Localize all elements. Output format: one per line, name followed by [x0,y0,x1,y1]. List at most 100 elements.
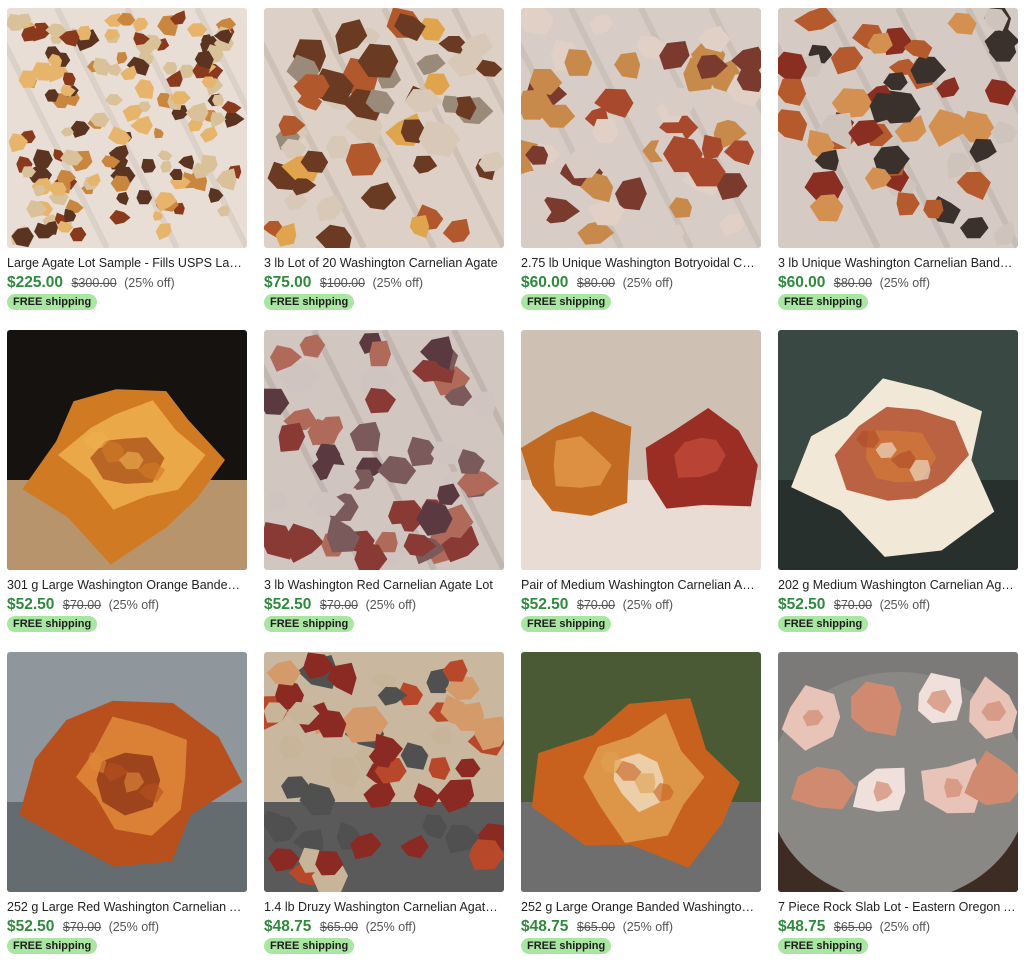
price-row: $52.50 $70.00 (25% off) [7,918,247,936]
listing-photo [778,330,1018,570]
listing-title[interactable]: 3 lb Lot of 20 Washington Carnelian Agat… [264,256,502,271]
original-price: $70.00 [62,598,102,612]
listing-card[interactable]: 3 lb Washington Red Carnelian Agate Lot … [264,330,504,646]
listing-title[interactable]: 7 Piece Rock Slab Lot - Eastern Oregon A… [778,900,1016,915]
listing-image[interactable] [264,652,504,892]
price-row: $52.50 $70.00 (25% off) [7,596,247,614]
listing-card[interactable]: 301 g Large Washington Orange Banded Car… [7,330,247,646]
listing-photo [264,652,504,892]
free-shipping-badge: FREE shipping [778,938,869,954]
listing-photo [778,8,1018,248]
free-shipping-badge: FREE shipping [7,294,98,310]
listing-photo [7,652,247,892]
listing-image[interactable] [7,8,247,248]
listing-card[interactable]: 252 g Large Orange Banded Washington Car… [521,652,761,968]
original-price: $100.00 [319,276,366,290]
price-row: $225.00 $300.00 (25% off) [7,274,247,292]
sale-price: $60.00 [521,274,569,291]
discount-label: (25% off) [108,598,160,612]
listing-photo [521,652,761,892]
discount-label: (25% off) [365,598,417,612]
listing-image[interactable] [264,330,504,570]
listing-card[interactable]: 252 g Large Red Washington Carnelian Aga… [7,652,247,968]
sale-price: $52.50 [521,596,569,613]
listing-title[interactable]: 3 lb Washington Red Carnelian Agate Lot [264,578,502,593]
price-row: $60.00 $80.00 (25% off) [778,274,1018,292]
price-row: $48.75 $65.00 (25% off) [778,918,1018,936]
discount-label: (25% off) [365,920,417,934]
discount-label: (25% off) [622,598,674,612]
listing-title[interactable]: Large Agate Lot Sample - Fills USPS Larg… [7,256,245,271]
listing-photo [521,330,761,570]
listing-card[interactable]: 1.4 lb Druzy Washington Carnelian Agate … [264,652,504,968]
original-price: $65.00 [833,920,873,934]
listing-title[interactable]: Pair of Medium Washington Carnelian Agat… [521,578,759,593]
original-price: $80.00 [833,276,873,290]
original-price: $80.00 [576,276,616,290]
listing-card[interactable]: Large Agate Lot Sample - Fills USPS Larg… [7,8,247,324]
listing-card[interactable]: 3 lb Unique Washington Carnelian Banded … [778,8,1018,324]
listing-card[interactable]: 3 lb Lot of 20 Washington Carnelian Agat… [264,8,504,324]
sale-price: $48.75 [521,918,569,935]
listing-title[interactable]: 252 g Large Red Washington Carnelian Aga… [7,900,245,915]
listing-image[interactable] [521,652,761,892]
free-shipping-badge: FREE shipping [7,616,98,632]
free-shipping-badge: FREE shipping [521,294,612,310]
price-row: $52.50 $70.00 (25% off) [264,596,504,614]
free-shipping-badge: FREE shipping [264,294,355,310]
price-row: $60.00 $80.00 (25% off) [521,274,761,292]
discount-label: (25% off) [622,920,674,934]
price-row: $52.50 $70.00 (25% off) [778,596,1018,614]
sale-price: $75.00 [264,274,312,291]
listing-card[interactable]: 202 g Medium Washington Carnelian Agate … [778,330,1018,646]
listing-photo [7,330,247,570]
listing-image[interactable] [7,652,247,892]
listing-photo [264,330,504,570]
free-shipping-badge: FREE shipping [521,938,612,954]
sale-price: $225.00 [7,274,64,291]
discount-label: (25% off) [108,920,160,934]
original-price: $65.00 [319,920,359,934]
listing-title[interactable]: 2.75 lb Unique Washington Botryoidal Car… [521,256,759,271]
discount-label: (25% off) [879,276,931,290]
listing-card[interactable]: 2.75 lb Unique Washington Botryoidal Car… [521,8,761,324]
discount-label: (25% off) [124,276,175,290]
listing-image[interactable] [778,8,1018,248]
listing-image[interactable] [7,330,247,570]
free-shipping-badge: FREE shipping [7,938,98,954]
sale-price: $52.50 [264,596,312,613]
listing-photo [778,652,1018,892]
original-price: $70.00 [833,598,873,612]
listing-photo [521,8,761,248]
listing-photo [7,8,247,248]
listing-title[interactable]: 3 lb Unique Washington Carnelian Banded … [778,256,1016,271]
sale-price: $52.50 [778,596,826,613]
discount-label: (25% off) [372,276,424,290]
listing-image[interactable] [264,8,504,248]
listing-card[interactable]: Pair of Medium Washington Carnelian Agat… [521,330,761,646]
discount-label: (25% off) [622,276,674,290]
price-row: $75.00 $100.00 (25% off) [264,274,504,292]
price-row: $52.50 $70.00 (25% off) [521,596,761,614]
original-price: $65.00 [576,920,616,934]
sale-price: $60.00 [778,274,826,291]
listing-title[interactable]: 252 g Large Orange Banded Washington Car… [521,900,759,915]
listing-card[interactable]: 7 Piece Rock Slab Lot - Eastern Oregon A… [778,652,1018,968]
sale-price: $48.75 [264,918,312,935]
listing-photo [264,8,504,248]
listing-image[interactable] [521,330,761,570]
listing-title[interactable]: 1.4 lb Druzy Washington Carnelian Agate … [264,900,502,915]
free-shipping-badge: FREE shipping [264,938,355,954]
listing-title[interactable]: 301 g Large Washington Orange Banded Car… [7,578,245,593]
listing-title[interactable]: 202 g Medium Washington Carnelian Agate [778,578,1016,593]
sale-price: $48.75 [778,918,826,935]
free-shipping-badge: FREE shipping [778,616,869,632]
free-shipping-badge: FREE shipping [778,294,869,310]
free-shipping-badge: FREE shipping [521,616,612,632]
price-row: $48.75 $65.00 (25% off) [521,918,761,936]
listing-image[interactable] [521,8,761,248]
listing-image[interactable] [778,652,1018,892]
original-price: $70.00 [319,598,359,612]
free-shipping-badge: FREE shipping [264,616,355,632]
listing-image[interactable] [778,330,1018,570]
